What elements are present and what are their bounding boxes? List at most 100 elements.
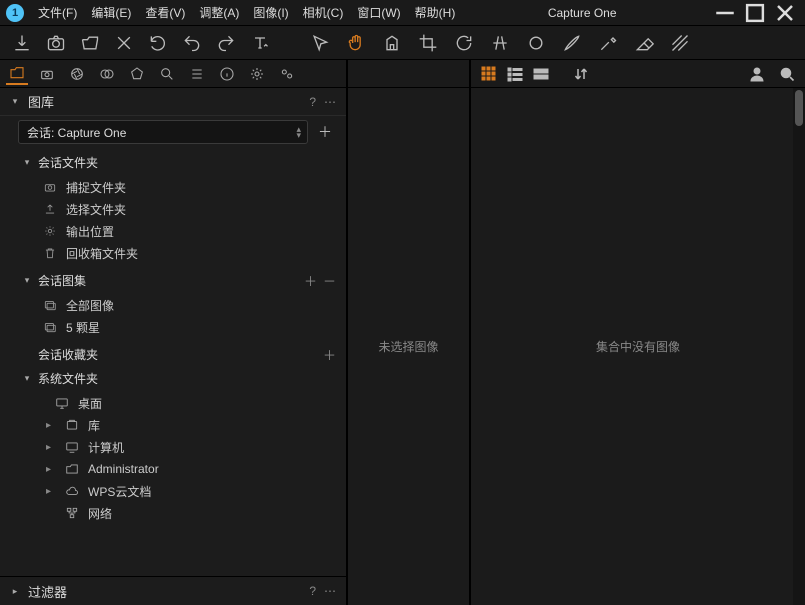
chevron-down-icon: ▾ [22,157,32,168]
crop-tool[interactable] [416,31,440,55]
tab-capture[interactable] [36,63,58,85]
albums-add-button[interactable]: ＋ [304,271,317,290]
delete-button[interactable] [112,31,136,55]
sys-wps-cloud[interactable]: ▸ WPS云文档 [0,480,346,502]
brush-icon [562,33,582,53]
tab-adjustments[interactable] [186,63,208,85]
aperture-icon [69,66,85,82]
chevron-right-icon[interactable]: ▸ [46,442,56,453]
browser-search-button[interactable] [777,64,797,84]
user-folder-icon [64,461,80,477]
export-button[interactable] [78,31,102,55]
window-close-button[interactable] [771,3,799,23]
sys-library[interactable]: ▸ 库 [0,414,346,436]
tab-exposure[interactable] [126,63,148,85]
albums-remove-button[interactable]: － [323,271,336,290]
browser-scrollbar-track[interactable] [793,88,805,605]
camera-icon [46,33,66,53]
menu-edit[interactable]: 编辑(E) [85,1,137,24]
list-view-icon [507,66,523,82]
pan-tool[interactable] [344,31,368,55]
circle-icon [526,33,546,53]
system-folders-header[interactable]: ▾ 系统文件夹 [0,366,346,390]
camera-small-icon [39,66,55,82]
workspace: ▾ 图库 ? ⋯ 会话: Capture One ▴▾ ＋ ▾ 会话文件夹 [0,60,805,605]
chevron-right-icon: ▸ [10,586,20,597]
session-favs-header[interactable]: 会话收藏夹 ＋ [0,342,346,366]
tab-library[interactable] [6,63,28,85]
tab-batch[interactable] [276,63,298,85]
selects-folder[interactable]: 选择文件夹 [0,198,346,220]
menu-window[interactable]: 窗口(W) [351,1,406,24]
trash-folder-label: 回收箱文件夹 [66,245,138,262]
redo-button[interactable] [214,31,238,55]
menu-file[interactable]: 文件(F) [32,1,83,24]
annotate-button[interactable] [248,31,272,55]
window-maximize-button[interactable] [741,3,769,23]
gradient-tool[interactable] [668,31,692,55]
keystone-tool[interactable] [488,31,512,55]
filters-help-button[interactable]: ? [309,584,316,598]
view-filmstrip-button[interactable] [531,64,551,84]
session-add-button[interactable]: ＋ [314,121,336,143]
filters-header[interactable]: ▸ 过滤器 ? ⋯ [0,577,346,605]
output-folder[interactable]: 输出位置 [0,220,346,242]
sys-network[interactable]: 网络 [0,502,346,524]
view-grid-button[interactable] [479,64,499,84]
user-button[interactable] [747,64,767,84]
menu-adjust[interactable]: 调整(A) [193,1,245,24]
sys-computer[interactable]: ▸ 计算机 [0,436,346,458]
menu-camera[interactable]: 相机(C) [297,1,350,24]
filters-menu-button[interactable]: ⋯ [324,584,336,598]
favs-add-button[interactable]: ＋ [323,345,336,364]
reset-button[interactable] [146,31,170,55]
loupe-tool[interactable] [380,31,404,55]
chevron-right-icon[interactable]: ▸ [46,420,56,431]
spot-tool[interactable] [524,31,548,55]
album-five-star[interactable]: 5 颗星 [0,316,346,338]
session-albums-title: 会话图集 [38,272,298,289]
sys-administrator[interactable]: ▸ Administrator [0,458,346,480]
tab-color[interactable] [96,63,118,85]
network-icon [64,505,80,521]
album-all-label: 全部图像 [66,297,114,314]
sys-desktop[interactable]: 桌面 [0,392,346,414]
menu-view[interactable]: 查看(V) [139,1,191,24]
capture-button[interactable] [44,31,68,55]
brush-tool[interactable] [560,31,584,55]
import-button[interactable] [10,31,34,55]
library-help-button[interactable]: ? [309,95,316,109]
tab-details[interactable] [156,63,178,85]
tab-output[interactable] [246,63,268,85]
trash-folder[interactable]: 回收箱文件夹 [0,242,346,264]
cursor-select-tool[interactable] [308,31,332,55]
crop-icon [418,33,438,53]
window-minimize-button[interactable] [711,3,739,23]
rotate-tool[interactable] [452,31,476,55]
pc-icon [64,439,80,455]
cloud-icon [64,483,80,499]
menu-help[interactable]: 帮助(H) [409,1,462,24]
tab-metadata[interactable] [216,63,238,85]
session-select[interactable]: 会话: Capture One ▴▾ [18,120,308,144]
capture-folder[interactable]: 捕捉文件夹 [0,176,346,198]
view-list-button[interactable] [505,64,525,84]
library-menu-button[interactable]: ⋯ [324,95,336,109]
menu-image[interactable]: 图像(I) [247,1,294,24]
viewer-pane: 未选择图像 [348,60,469,605]
album-all-images[interactable]: 全部图像 [0,294,346,316]
chevron-right-icon[interactable]: ▸ [46,464,56,475]
eraser-tool[interactable] [632,31,656,55]
selects-folder-label: 选择文件夹 [66,201,126,218]
tab-lens[interactable] [66,63,88,85]
sort-button[interactable] [571,64,591,84]
browser-scrollbar-thumb[interactable] [795,90,803,126]
undo-button[interactable] [180,31,204,55]
keystone-icon [490,33,510,53]
session-folders-header[interactable]: ▾ 会话文件夹 [0,150,346,174]
eyedropper-wb-tool[interactable] [596,31,620,55]
chevron-right-icon[interactable]: ▸ [46,486,56,497]
library-section-header[interactable]: ▾ 图库 ? ⋯ [0,88,346,116]
gears-icon [279,66,295,82]
session-albums-header[interactable]: ▾ 会话图集 ＋ － [0,268,346,292]
